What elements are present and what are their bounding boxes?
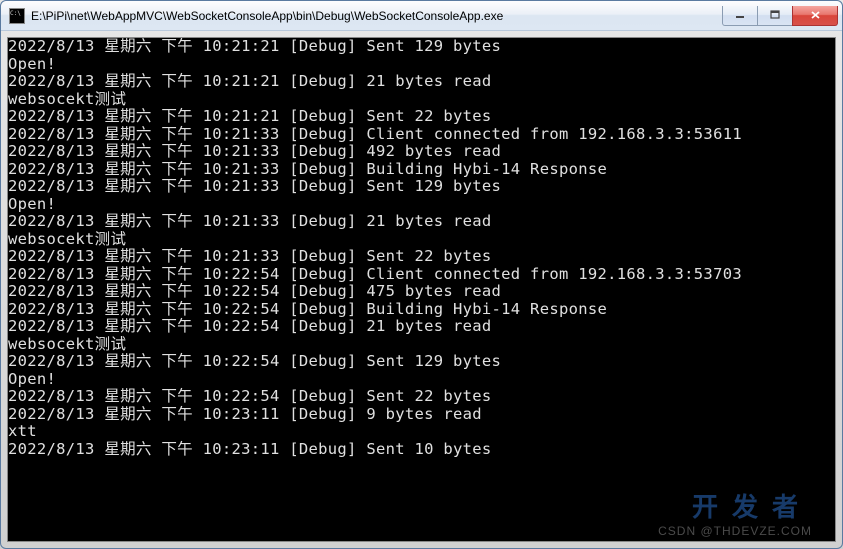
minimize-button[interactable] xyxy=(722,6,758,26)
console-output[interactable]: 2022/8/13 星期六 下午 10:21:21 [Debug] Sent 1… xyxy=(7,37,836,542)
minimize-icon xyxy=(735,10,745,20)
maximize-button[interactable] xyxy=(757,6,793,26)
maximize-icon xyxy=(770,10,780,20)
close-button[interactable] xyxy=(792,6,838,26)
console-content: 2022/8/13 星期六 下午 10:21:21 [Debug] Sent 1… xyxy=(8,38,835,458)
window-title: E:\PiPi\net\WebAppMVC\WebSocketConsoleAp… xyxy=(31,9,723,23)
window-controls xyxy=(723,6,838,26)
title-bar: E:\PiPi\net\WebAppMVC\WebSocketConsoleAp… xyxy=(1,1,842,31)
app-icon xyxy=(9,8,25,24)
close-icon xyxy=(810,10,821,20)
